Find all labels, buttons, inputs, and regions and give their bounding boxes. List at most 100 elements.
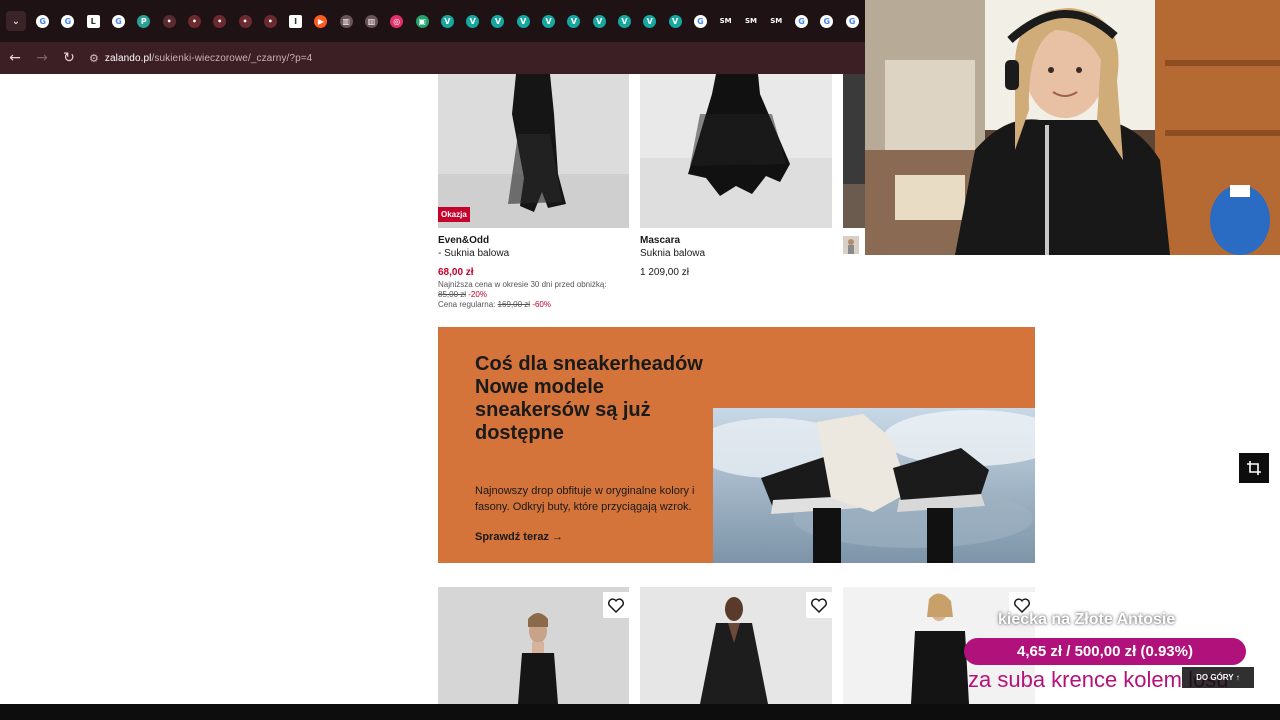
browser-tab[interactable]: ▥	[334, 6, 359, 36]
browser-tab[interactable]: G	[30, 6, 55, 36]
google-icon: G	[795, 14, 809, 28]
grid-icon: ▥	[339, 14, 353, 28]
product-brand: Mascara	[640, 235, 681, 246]
browser-tab[interactable]: G	[688, 6, 713, 36]
banner-cta-link[interactable]: Sprawdź teraz →	[475, 531, 563, 543]
tab-search-button[interactable]: ⌄	[6, 11, 26, 31]
address-bar: ← → ↻ ⚙ zalando.pl/sukienki-wieczorowe/_…	[0, 42, 865, 74]
grid-icon: ▥	[365, 14, 378, 28]
product-image[interactable]	[640, 587, 832, 704]
v-icon: V	[643, 14, 657, 28]
browser-tab[interactable]: ▶	[308, 6, 333, 36]
product-image[interactable]	[843, 74, 865, 228]
goal-progress-bar: 4,65 zł / 500,00 zł (0.93%)	[964, 638, 1246, 665]
crop-icon[interactable]	[1239, 453, 1269, 483]
browser-tab[interactable]: ◎	[384, 6, 409, 36]
play-icon: ▶	[314, 14, 328, 28]
v-icon: V	[440, 14, 454, 28]
browser-tab[interactable]: SM	[713, 6, 738, 36]
browser-tab[interactable]: P	[131, 6, 156, 36]
site-info-icon[interactable]: ⚙	[89, 52, 99, 65]
browser-tab[interactable]: I	[283, 6, 308, 36]
browser-tab[interactable]: SM	[764, 6, 789, 36]
browser-tab[interactable]: V	[511, 6, 536, 36]
dim-icon: •	[238, 14, 252, 28]
sm-icon: SM	[719, 17, 732, 25]
browser-tab[interactable]: V	[460, 6, 485, 36]
browser-tab[interactable]: V	[561, 6, 586, 36]
sm-icon: SM	[770, 17, 783, 25]
browser-tab[interactable]: V	[612, 6, 637, 36]
dim-icon: •	[187, 14, 201, 28]
color-swatch-thumbnail[interactable]	[843, 236, 859, 254]
scroll-top-button[interactable]: DO GÓRY ↑	[1182, 667, 1254, 688]
bottom-bar	[0, 704, 1280, 720]
browser-tab[interactable]: V	[435, 6, 460, 36]
browser-tab[interactable]: G	[814, 6, 839, 36]
wishlist-heart-icon[interactable]	[806, 592, 832, 618]
browser-tab[interactable]: •	[232, 6, 257, 36]
banner-description: Najnowszy drop obfituje w oryginalne kol…	[475, 485, 695, 513]
google-icon: G	[693, 14, 707, 28]
browser-tab[interactable]: ▥	[359, 6, 384, 36]
back-button[interactable]: ←	[3, 46, 27, 70]
banner-cta-label: Sprawdź teraz	[475, 531, 549, 543]
promo-banner[interactable]: Coś dla sneakerheadów Nowe modele sneake…	[438, 327, 1035, 563]
reload-button[interactable]: ↻	[57, 46, 81, 70]
v-icon: V	[491, 14, 505, 28]
product-price: 1 209,00 zł	[640, 267, 689, 278]
scroll-top-label: DO GÓRY	[1196, 673, 1234, 682]
wishlist-heart-icon[interactable]	[603, 592, 629, 618]
google-icon: G	[36, 14, 50, 28]
url-field[interactable]: zalando.pl/sukienki-wieczorowe/_czarny/?…	[105, 53, 312, 64]
product-brand: Even&Odd	[438, 235, 490, 246]
banner-title: Coś dla sneakerheadów Nowe modele sneake…	[475, 353, 703, 444]
product-image[interactable]	[438, 74, 629, 228]
browser-tab[interactable]: SM	[738, 6, 763, 36]
dim-icon: •	[213, 14, 227, 28]
browser-tab[interactable]: •	[156, 6, 181, 36]
product-image[interactable]	[640, 74, 832, 228]
v-icon: V	[592, 14, 606, 28]
product-image[interactable]	[438, 587, 629, 704]
tabs-container: G G L G P • • • • • I ▶ ▥ ▥ ◎ ▣ V V V V V V V V V V G SM SM SM G G G	[30, 6, 865, 36]
lowest-price-label: Najniższa cena w okresie 30 dni przed ob…	[438, 280, 607, 289]
product-price: 68,00 zł	[438, 267, 474, 278]
browser-tab[interactable]: G	[789, 6, 814, 36]
browser-tab[interactable]: G	[840, 6, 865, 36]
letter-i-icon: I	[289, 14, 303, 28]
browser-tab[interactable]: •	[207, 6, 232, 36]
google-icon: G	[61, 14, 75, 28]
browser-tab[interactable]: V	[536, 6, 561, 36]
browser-tab[interactable]: G	[55, 6, 80, 36]
lowest-price-discount: -20%	[468, 290, 487, 299]
browser-tab[interactable]: L	[81, 6, 106, 36]
v-icon: V	[567, 14, 581, 28]
webcam-overlay	[865, 0, 1280, 255]
dim-icon: •	[263, 14, 277, 28]
v-icon: V	[516, 14, 530, 28]
app-icon: ▣	[415, 14, 429, 28]
browser-tab[interactable]: ▣	[409, 6, 434, 36]
google-icon: G	[820, 14, 834, 28]
v-icon: V	[542, 14, 556, 28]
goal-title: kiecka na Złote Antosie	[998, 611, 1176, 628]
browser-tab[interactable]: V	[637, 6, 662, 36]
screen: ⌄ G G L G P • • • • • I ▶ ▥ ▥ ◎ ▣ V V V V V V V V V V G SM SM SM G G G ←…	[0, 0, 1280, 720]
regular-price-value: 169,00 zł	[497, 300, 531, 309]
browser-tab[interactable]: V	[662, 6, 687, 36]
browser-tab[interactable]: V	[485, 6, 510, 36]
google-icon: G	[112, 14, 126, 28]
browser-tab[interactable]: V	[587, 6, 612, 36]
regular-price-line: Cena regularna: 169,00 zł -60%	[438, 300, 551, 309]
pin-icon: P	[137, 14, 151, 28]
browser-tab[interactable]: G	[106, 6, 131, 36]
sale-badge: Okazja	[438, 207, 470, 222]
regular-price-label: Cena regularna:	[438, 300, 496, 309]
sm-icon: SM	[744, 17, 757, 25]
browser-tab[interactable]: •	[182, 6, 207, 36]
forward-button[interactable]: →	[30, 46, 54, 70]
google-icon: G	[845, 14, 859, 28]
browser-tab[interactable]: •	[258, 6, 283, 36]
instagram-icon: ◎	[390, 14, 404, 28]
